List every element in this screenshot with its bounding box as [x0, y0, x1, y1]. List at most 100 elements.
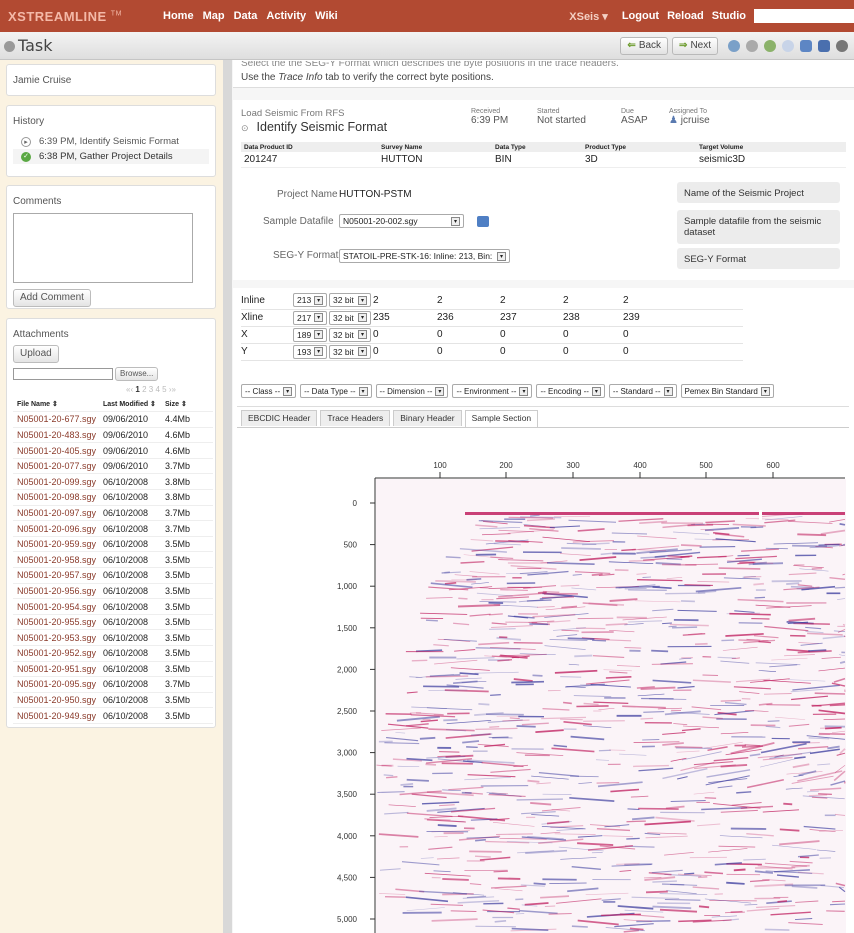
datafile-select[interactable]: N05001-20-002.sgy ▾ [339, 214, 464, 228]
table-row[interactable]: N05001-20-077.sgy 09/06/2010 3.7Mb [13, 458, 213, 475]
col-last-modified[interactable]: Last Modified ⇕ [103, 396, 165, 413]
byte-position-select[interactable]: 193 ▾ [293, 344, 328, 359]
filter-select[interactable]: -- Class -- ▾ [241, 384, 297, 398]
table-row[interactable]: N05001-20-095.sgy 06/10/2008 3.7Mb [13, 676, 213, 693]
filter-select[interactable]: -- Environment -- ▾ [452, 384, 533, 398]
nav-wiki[interactable]: Wiki [315, 10, 338, 22]
table-row[interactable]: N05001-20-677.sgy 09/06/2010 4.4Mb [13, 411, 213, 428]
table-row[interactable]: N05001-20-405.sgy 09/06/2010 4.6Mb [13, 442, 213, 459]
file-name[interactable]: N05001-20-959.sgy [13, 536, 103, 553]
file-name[interactable]: N05001-20-956.sgy [13, 583, 103, 600]
file-name[interactable]: N05001-20-405.sgy [13, 442, 103, 459]
settings-icon[interactable] [746, 39, 758, 52]
file-name[interactable]: N05001-20-955.sgy [13, 614, 103, 631]
file-name[interactable]: N05001-20-677.sgy [13, 411, 103, 428]
tab-ebcdic-header[interactable]: EBCDIC Header [241, 410, 318, 426]
pager-page[interactable]: 4 [155, 385, 159, 394]
upload-button[interactable]: Upload [13, 345, 59, 363]
pager-page[interactable]: 1 [135, 385, 139, 394]
file-name[interactable]: N05001-20-952.sgy [13, 645, 103, 662]
byte-format-select[interactable]: 32 bit i▾ [329, 310, 371, 325]
history-item[interactable]: ✓ 6:38 PM, Gather Project Details [13, 149, 209, 164]
col-file-name[interactable]: File Name ⇕ [13, 396, 103, 413]
comment-textarea[interactable] [13, 213, 193, 283]
refresh-icon[interactable] [764, 39, 776, 52]
reload-link[interactable]: Reload [667, 10, 704, 22]
col-size[interactable]: Size ⇕ [165, 396, 213, 413]
table-row[interactable]: N05001-20-952.sgy 06/10/2008 3.5Mb [13, 645, 213, 662]
file-path-input[interactable] [13, 368, 113, 380]
nav-data[interactable]: Data [234, 10, 258, 22]
table-row[interactable]: N05001-20-954.sgy 06/10/2008 3.5Mb [13, 598, 213, 615]
file-name[interactable]: N05001-20-958.sgy [13, 551, 103, 569]
back-button[interactable]: ⇐ Back [620, 36, 669, 55]
segy-format-select[interactable]: STATOIL-PRE-STK-16: Inline: 213, Bin: 21… [339, 249, 510, 263]
xseis-dropdown[interactable]: XSeis ▾ [569, 10, 608, 23]
file-name[interactable]: N05001-20-099.sgy [13, 473, 103, 491]
byte-format-select[interactable]: 32 bit i▾ [329, 327, 371, 342]
file-name[interactable]: N05001-20-077.sgy [13, 458, 103, 475]
table-row[interactable]: N05001-20-951.sgy 06/10/2008 3.5Mb [13, 661, 213, 678]
filter-select[interactable]: Pemex Bin Standard ▾ [680, 384, 774, 398]
table-row[interactable]: N05001-20-955.sgy 06/10/2008 3.5Mb [13, 614, 213, 631]
table-row[interactable]: N05001-20-949.sgy 06/10/2008 3.5Mb [13, 707, 213, 724]
filter-select[interactable]: -- Dimension -- ▾ [375, 384, 449, 398]
file-name[interactable]: N05001-20-957.sgy [13, 567, 103, 584]
pager-first-icon[interactable]: «‹ [126, 385, 133, 394]
file-name[interactable]: N05001-20-954.sgy [13, 598, 103, 615]
search-input[interactable] [754, 9, 854, 23]
byte-format-select[interactable]: 32 bit i▾ [329, 293, 371, 308]
table-row[interactable]: N05001-20-958.sgy 06/10/2008 3.5Mb [13, 551, 213, 569]
table-row[interactable]: N05001-20-950.sgy 06/10/2008 3.5Mb [13, 692, 213, 709]
studio-link[interactable]: Studio [712, 10, 746, 22]
file-name[interactable]: N05001-20-951.sgy [13, 661, 103, 678]
tab-trace-headers[interactable]: Trace Headers [320, 410, 391, 426]
save-icon[interactable] [477, 216, 489, 227]
table-row[interactable]: N05001-20-957.sgy 06/10/2008 3.5Mb [13, 567, 213, 584]
byte-position-select[interactable]: 189 ▾ [293, 327, 328, 342]
pager-page[interactable]: 2 [142, 385, 146, 394]
document-icon[interactable] [818, 39, 830, 52]
table-row[interactable]: N05001-20-098.sgy 06/10/2008 3.8Mb [13, 489, 213, 506]
file-name[interactable]: N05001-20-097.sgy [13, 505, 103, 522]
file-name[interactable]: N05001-20-096.sgy [13, 520, 103, 537]
browse-button[interactable]: Browse... [115, 367, 159, 381]
nav-map[interactable]: Map [203, 10, 225, 22]
play-icon[interactable] [782, 39, 794, 52]
file-name[interactable]: N05001-20-950.sgy [13, 692, 103, 709]
tab-binary-header[interactable]: Binary Header [393, 410, 462, 426]
pager-page[interactable]: 3 [149, 385, 153, 394]
file-name[interactable]: N05001-20-953.sgy [13, 629, 103, 646]
file-name[interactable]: N05001-20-098.sgy [13, 489, 103, 506]
help-icon[interactable] [728, 39, 740, 52]
nav-activity[interactable]: Activity [266, 10, 306, 22]
file-name[interactable]: N05001-20-483.sgy [13, 427, 103, 444]
save-icon[interactable] [800, 39, 812, 52]
table-row[interactable]: N05001-20-959.sgy 06/10/2008 3.5Mb [13, 536, 213, 553]
add-comment-button[interactable]: Add Comment [13, 289, 91, 307]
logout-link[interactable]: Logout [622, 10, 659, 22]
table-row[interactable]: N05001-20-099.sgy 06/10/2008 3.8Mb [13, 473, 213, 491]
byte-position-select[interactable]: 217 ▾ [293, 310, 328, 325]
byte-position-select[interactable]: 213 ▾ [293, 293, 328, 308]
file-name[interactable]: N05001-20-949.sgy [13, 707, 103, 724]
file-name[interactable]: N05001-20-095.sgy [13, 676, 103, 693]
next-button[interactable]: ⇒ Next [672, 36, 718, 55]
history-item[interactable]: ▸ 6:39 PM, Identify Seismic Format [13, 134, 209, 149]
pager-page[interactable]: 5 [162, 385, 166, 394]
app-logo[interactable]: XSTREAMLINE TM [8, 9, 163, 24]
byte-format-select[interactable]: 32 bit i▾ [329, 344, 371, 359]
table-row[interactable]: N05001-20-097.sgy 06/10/2008 3.7Mb [13, 505, 213, 522]
filter-select[interactable]: -- Standard -- ▾ [608, 384, 677, 398]
table-row[interactable]: N05001-20-483.sgy 09/06/2010 4.6Mb [13, 427, 213, 444]
table-row[interactable]: N05001-20-096.sgy 06/10/2008 3.7Mb [13, 520, 213, 537]
filter-select[interactable]: -- Encoding -- ▾ [536, 384, 605, 398]
table-row[interactable]: N05001-20-956.sgy 06/10/2008 3.5Mb [13, 583, 213, 600]
nav-home[interactable]: Home [163, 10, 194, 22]
pager-last-icon[interactable]: ›» [169, 385, 176, 394]
filter-select[interactable]: -- Data Type -- ▾ [300, 384, 372, 398]
table-row[interactable]: N05001-20-953.sgy 06/10/2008 3.5Mb [13, 629, 213, 646]
seismic-section-view[interactable]: 100 200 300 400 500 600 0 500 1,000 1,500 2,000 2,5… [233, 428, 854, 933]
tab-sample-section[interactable]: Sample Section [464, 410, 539, 427]
close-icon[interactable] [836, 39, 848, 52]
